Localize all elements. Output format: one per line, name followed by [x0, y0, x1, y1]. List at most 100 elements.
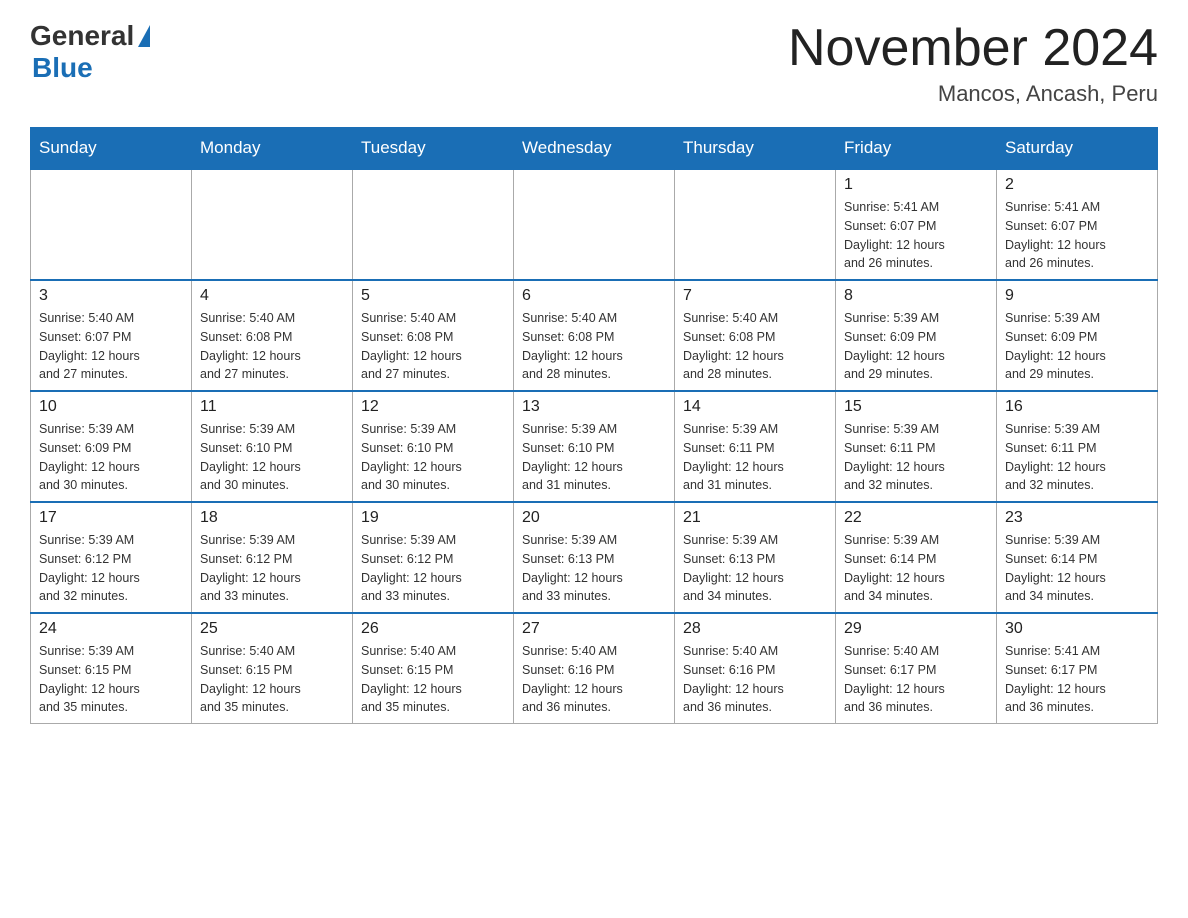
day-number: 21 [683, 509, 827, 527]
day-info: Sunrise: 5:39 AM Sunset: 6:12 PM Dayligh… [200, 531, 344, 606]
calendar-week-row: 17 Sunrise: 5:39 AM Sunset: 6:12 PM Dayli… [31, 502, 1158, 613]
calendar-cell [675, 169, 836, 280]
day-number: 27 [522, 620, 666, 638]
day-info: Sunrise: 5:41 AM Sunset: 6:17 PM Dayligh… [1005, 642, 1149, 717]
day-info: Sunrise: 5:39 AM Sunset: 6:11 PM Dayligh… [1005, 420, 1149, 495]
day-number: 4 [200, 287, 344, 305]
day-info: Sunrise: 5:40 AM Sunset: 6:17 PM Dayligh… [844, 642, 988, 717]
day-info: Sunrise: 5:40 AM Sunset: 6:08 PM Dayligh… [200, 309, 344, 384]
calendar-cell: 9 Sunrise: 5:39 AM Sunset: 6:09 PM Daylig… [997, 280, 1158, 391]
day-number: 20 [522, 509, 666, 527]
day-number: 29 [844, 620, 988, 638]
calendar-cell: 10 Sunrise: 5:39 AM Sunset: 6:09 PM Dayli… [31, 391, 192, 502]
day-number: 22 [844, 509, 988, 527]
day-of-week-header: Monday [192, 128, 353, 170]
day-number: 2 [1005, 176, 1149, 194]
day-info: Sunrise: 5:41 AM Sunset: 6:07 PM Dayligh… [1005, 198, 1149, 273]
day-number: 1 [844, 176, 988, 194]
day-info: Sunrise: 5:39 AM Sunset: 6:12 PM Dayligh… [361, 531, 505, 606]
day-info: Sunrise: 5:39 AM Sunset: 6:14 PM Dayligh… [844, 531, 988, 606]
day-info: Sunrise: 5:40 AM Sunset: 6:08 PM Dayligh… [522, 309, 666, 384]
day-of-week-header: Tuesday [353, 128, 514, 170]
day-info: Sunrise: 5:40 AM Sunset: 6:08 PM Dayligh… [683, 309, 827, 384]
calendar-cell [192, 169, 353, 280]
day-info: Sunrise: 5:39 AM Sunset: 6:10 PM Dayligh… [522, 420, 666, 495]
day-number: 28 [683, 620, 827, 638]
day-number: 17 [39, 509, 183, 527]
logo-general-word: General [30, 20, 134, 52]
day-info: Sunrise: 5:39 AM Sunset: 6:10 PM Dayligh… [361, 420, 505, 495]
day-info: Sunrise: 5:40 AM Sunset: 6:15 PM Dayligh… [200, 642, 344, 717]
day-number: 30 [1005, 620, 1149, 638]
month-title: November 2024 [788, 20, 1158, 77]
logo: General Blue [30, 20, 150, 84]
calendar-cell: 8 Sunrise: 5:39 AM Sunset: 6:09 PM Daylig… [836, 280, 997, 391]
calendar-cell: 21 Sunrise: 5:39 AM Sunset: 6:13 PM Dayli… [675, 502, 836, 613]
calendar-cell: 6 Sunrise: 5:40 AM Sunset: 6:08 PM Daylig… [514, 280, 675, 391]
day-number: 18 [200, 509, 344, 527]
header: General Blue November 2024 Mancos, Ancas… [30, 20, 1158, 107]
calendar-cell: 29 Sunrise: 5:40 AM Sunset: 6:17 PM Dayli… [836, 613, 997, 724]
day-number: 3 [39, 287, 183, 305]
calendar-cell: 3 Sunrise: 5:40 AM Sunset: 6:07 PM Daylig… [31, 280, 192, 391]
calendar-cell: 11 Sunrise: 5:39 AM Sunset: 6:10 PM Dayli… [192, 391, 353, 502]
calendar-cell: 12 Sunrise: 5:39 AM Sunset: 6:10 PM Dayli… [353, 391, 514, 502]
day-number: 16 [1005, 398, 1149, 416]
day-info: Sunrise: 5:39 AM Sunset: 6:09 PM Dayligh… [1005, 309, 1149, 384]
logo-triangle-icon [138, 25, 150, 47]
logo-blue-text: Blue [32, 52, 93, 84]
calendar-cell: 25 Sunrise: 5:40 AM Sunset: 6:15 PM Dayli… [192, 613, 353, 724]
location-subtitle: Mancos, Ancash, Peru [788, 81, 1158, 107]
day-number: 24 [39, 620, 183, 638]
calendar-week-row: 24 Sunrise: 5:39 AM Sunset: 6:15 PM Dayli… [31, 613, 1158, 724]
day-number: 11 [200, 398, 344, 416]
calendar-cell: 20Sunrise: 5:39 AM Sunset: 6:13 PM Dayli… [514, 502, 675, 613]
day-number: 8 [844, 287, 988, 305]
day-info: Sunrise: 5:40 AM Sunset: 6:07 PM Dayligh… [39, 309, 183, 384]
day-of-week-header: Friday [836, 128, 997, 170]
day-number: 13 [522, 398, 666, 416]
calendar-cell: 30 Sunrise: 5:41 AM Sunset: 6:17 PM Dayli… [997, 613, 1158, 724]
day-info: Sunrise: 5:39 AM Sunset: 6:14 PM Dayligh… [1005, 531, 1149, 606]
day-info: Sunrise: 5:40 AM Sunset: 6:16 PM Dayligh… [522, 642, 666, 717]
day-number: 6 [522, 287, 666, 305]
calendar-cell: 7Sunrise: 5:40 AM Sunset: 6:08 PM Daylig… [675, 280, 836, 391]
day-of-week-header: Saturday [997, 128, 1158, 170]
calendar-week-row: 1 Sunrise: 5:41 AM Sunset: 6:07 PM Daylig… [31, 169, 1158, 280]
day-number: 25 [200, 620, 344, 638]
day-number: 10 [39, 398, 183, 416]
calendar-cell [31, 169, 192, 280]
calendar-header-row: SundayMondayTuesdayWednesdayThursdayFrid… [31, 128, 1158, 170]
day-info: Sunrise: 5:39 AM Sunset: 6:09 PM Dayligh… [844, 309, 988, 384]
day-info: Sunrise: 5:39 AM Sunset: 6:13 PM Dayligh… [683, 531, 827, 606]
calendar-week-row: 3 Sunrise: 5:40 AM Sunset: 6:07 PM Daylig… [31, 280, 1158, 391]
day-info: Sunrise: 5:39 AM Sunset: 6:10 PM Dayligh… [200, 420, 344, 495]
calendar-cell: 5Sunrise: 5:40 AM Sunset: 6:08 PM Daylig… [353, 280, 514, 391]
calendar-cell: 14Sunrise: 5:39 AM Sunset: 6:11 PM Dayli… [675, 391, 836, 502]
day-of-week-header: Thursday [675, 128, 836, 170]
calendar-cell: 22 Sunrise: 5:39 AM Sunset: 6:14 PM Dayli… [836, 502, 997, 613]
calendar-cell: 23 Sunrise: 5:39 AM Sunset: 6:14 PM Dayli… [997, 502, 1158, 613]
calendar-cell: 4 Sunrise: 5:40 AM Sunset: 6:08 PM Daylig… [192, 280, 353, 391]
calendar-cell: 26Sunrise: 5:40 AM Sunset: 6:15 PM Dayli… [353, 613, 514, 724]
calendar-cell: 19Sunrise: 5:39 AM Sunset: 6:12 PM Dayli… [353, 502, 514, 613]
day-info: Sunrise: 5:39 AM Sunset: 6:09 PM Dayligh… [39, 420, 183, 495]
day-info: Sunrise: 5:40 AM Sunset: 6:16 PM Dayligh… [683, 642, 827, 717]
calendar-cell [353, 169, 514, 280]
logo-general-text: General [30, 20, 150, 52]
calendar-cell: 2 Sunrise: 5:41 AM Sunset: 6:07 PM Daylig… [997, 169, 1158, 280]
day-info: Sunrise: 5:39 AM Sunset: 6:11 PM Dayligh… [844, 420, 988, 495]
day-number: 9 [1005, 287, 1149, 305]
day-info: Sunrise: 5:40 AM Sunset: 6:08 PM Dayligh… [361, 309, 505, 384]
calendar-cell: 1 Sunrise: 5:41 AM Sunset: 6:07 PM Daylig… [836, 169, 997, 280]
calendar-cell: 28 Sunrise: 5:40 AM Sunset: 6:16 PM Dayli… [675, 613, 836, 724]
day-of-week-header: Wednesday [514, 128, 675, 170]
day-number: 26 [361, 620, 505, 638]
calendar-cell: 27 Sunrise: 5:40 AM Sunset: 6:16 PM Dayli… [514, 613, 675, 724]
day-number: 12 [361, 398, 505, 416]
day-number: 23 [1005, 509, 1149, 527]
day-info: Sunrise: 5:41 AM Sunset: 6:07 PM Dayligh… [844, 198, 988, 273]
day-info: Sunrise: 5:39 AM Sunset: 6:15 PM Dayligh… [39, 642, 183, 717]
title-area: November 2024 Mancos, Ancash, Peru [788, 20, 1158, 107]
calendar-cell: 17Sunrise: 5:39 AM Sunset: 6:12 PM Dayli… [31, 502, 192, 613]
